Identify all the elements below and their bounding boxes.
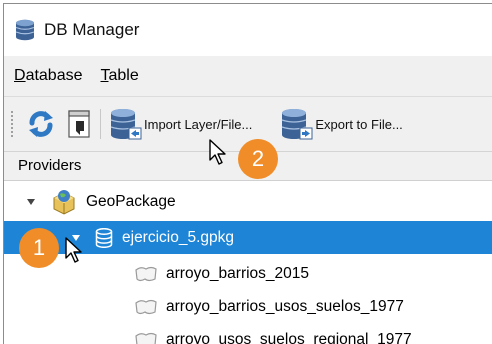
database-icon: [15, 19, 35, 41]
title-bar: DB Manager: [4, 4, 492, 56]
tree-item-label: arroyo_barrios_usos_suelos_1977: [166, 298, 404, 316]
tree-item-layer[interactable]: arroyo_barrios_usos_suelos_1977: [4, 290, 492, 323]
import-layer-button[interactable]: Import Layer/File...: [109, 104, 252, 144]
refresh-button[interactable]: [26, 104, 56, 144]
step-badge-1: 1: [19, 228, 59, 268]
menu-database-label: atabase: [26, 67, 83, 84]
tree-item-geopackage[interactable]: GeoPackage: [4, 185, 492, 218]
menu-table-mnemonic: T: [101, 67, 109, 84]
mouse-cursor-icon: [208, 138, 230, 166]
tree-item-label: GeoPackage: [86, 193, 176, 211]
export-to-file-icon: [280, 107, 314, 141]
collapse-arrow-icon[interactable]: [26, 197, 36, 207]
window-title: DB Manager: [44, 20, 139, 40]
tree-item-layer[interactable]: arroyo_usos_suelos_regional_1977: [4, 323, 492, 344]
tree-item-label: ejercicio_5.gpkg: [122, 229, 234, 247]
mouse-cursor-icon: [64, 236, 86, 264]
polygon-layer-icon: [134, 265, 158, 283]
toolbar-grip[interactable]: [10, 110, 14, 138]
export-to-file-label: Export to File...: [315, 117, 402, 132]
step-badge-2: 2: [238, 139, 278, 179]
import-layer-icon: [109, 107, 143, 141]
polygon-layer-icon: [134, 331, 158, 344]
menu-table-label: able: [109, 67, 139, 84]
toolbar-separator: [100, 109, 101, 139]
export-to-file-button[interactable]: Export to File...: [280, 104, 402, 144]
refresh-icon: [26, 109, 56, 139]
menu-database-mnemonic: D: [14, 67, 26, 84]
menu-bar: Database Table: [4, 56, 492, 97]
polygon-layer-icon: [134, 298, 158, 316]
database-icon: [95, 228, 113, 248]
sql-window-button[interactable]: [66, 104, 92, 144]
tree-item-label: arroyo_usos_suelos_regional_1977: [166, 331, 412, 344]
tree-item-label: arroyo_barrios_2015: [166, 265, 309, 283]
sql-window-icon: [66, 109, 92, 139]
menu-table[interactable]: Table: [91, 67, 147, 85]
menu-database[interactable]: Database: [4, 67, 91, 85]
import-layer-label: Import Layer/File...: [144, 117, 252, 132]
geopackage-icon: [50, 189, 78, 215]
